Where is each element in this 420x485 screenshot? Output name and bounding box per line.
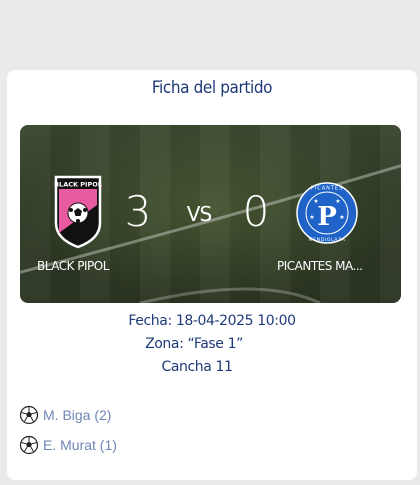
away-logo-ring-top: PICANTES	[311, 186, 344, 192]
soccer-ball-icon	[19, 435, 39, 455]
vs-label: VS	[186, 202, 212, 226]
away-team-logo: P PICANTES MENDIOLAZA ★ ★ ★ ★	[296, 182, 358, 244]
match-field: Cancha 11	[161, 359, 233, 375]
scorer-label: E. Murat (1)	[43, 437, 117, 453]
home-logo-text: BLACK PIPOL	[54, 181, 102, 189]
away-score: 0	[242, 187, 270, 236]
svg-text:★: ★	[309, 214, 314, 221]
home-team-name: BLACK PIPOL	[37, 259, 109, 273]
match-card: Ficha del partido BLACK PIPOL 3 VS 0 P P…	[7, 70, 417, 480]
svg-text:★: ★	[335, 198, 340, 205]
scoreboard-banner: BLACK PIPOL 3 VS 0 P PICANTES MENDIOLAZA…	[20, 125, 401, 303]
scorer-item: M. Biga (2)	[19, 400, 117, 430]
card-title: Ficha del partido	[151, 78, 273, 98]
home-score: 3	[124, 187, 152, 236]
away-logo-ring-bottom: MENDIOLAZA	[309, 237, 346, 243]
away-logo-letter: P	[317, 202, 337, 232]
svg-text:★: ★	[339, 214, 344, 221]
scorer-item: E. Murat (1)	[19, 430, 117, 460]
scorer-label: M. Biga (2)	[43, 407, 112, 423]
away-team-name: PICANTES MA...	[277, 259, 363, 273]
svg-text:★: ★	[313, 198, 318, 205]
scorers-list: M. Biga (2) E. Murat (1)	[19, 400, 117, 460]
home-team-logo: BLACK PIPOL	[54, 175, 102, 249]
match-date: Fecha: 18-04-2025 10:00	[128, 313, 296, 329]
match-zone: Zona: “Fase 1”	[145, 336, 243, 352]
soccer-ball-icon	[19, 405, 39, 425]
